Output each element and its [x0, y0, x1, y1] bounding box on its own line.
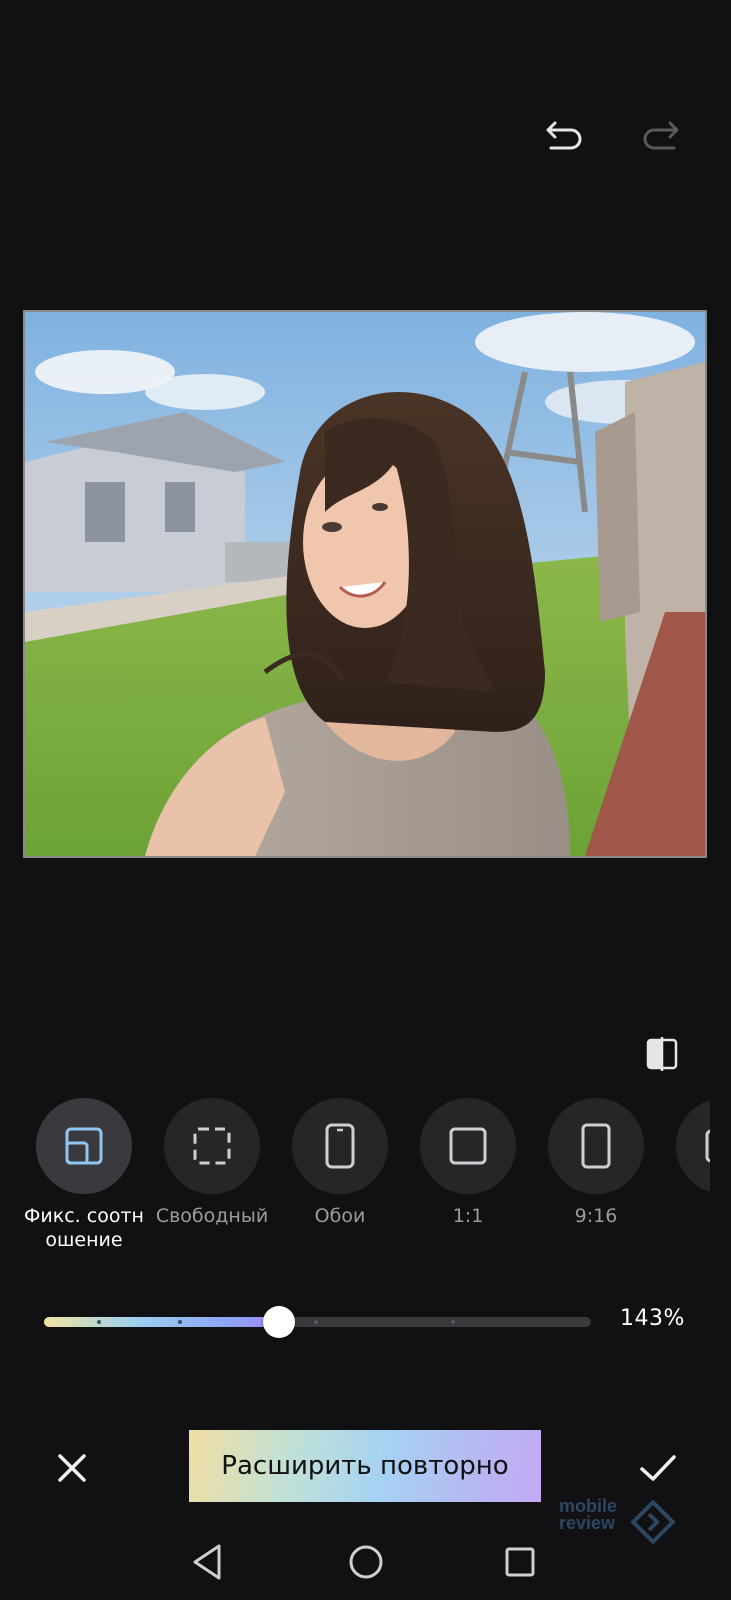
- option-freeform[interactable]: Свободный: [148, 1098, 276, 1228]
- cancel-button[interactable]: [50, 1446, 94, 1490]
- option-label: Обои: [314, 1205, 366, 1227]
- aspect-ratio-options: Фикс. соотн ошение Свободный Обои 1:1 9:…: [0, 1098, 710, 1258]
- watermark-line2: review: [559, 1513, 616, 1533]
- zoom-value: 143%: [620, 1306, 685, 1331]
- slider-tick: [314, 1320, 318, 1324]
- zoom-slider-fill: [44, 1317, 279, 1327]
- option-fixed-ratio[interactable]: Фикс. соотн ошение: [20, 1098, 148, 1252]
- square-icon: [420, 1098, 516, 1194]
- redo-icon: [643, 121, 679, 150]
- edited-photo[interactable]: [23, 310, 707, 858]
- watermark-diamond-icon: [630, 1499, 676, 1545]
- slider-tick: [451, 1320, 455, 1324]
- zoom-slider[interactable]: [44, 1306, 591, 1338]
- freeform-icon: [164, 1098, 260, 1194]
- option-partial[interactable]: 1: [660, 1098, 710, 1228]
- slider-tick: [97, 1320, 101, 1324]
- nav-recents-button[interactable]: [498, 1540, 542, 1584]
- close-icon: [58, 1454, 86, 1482]
- nav-home-button[interactable]: [344, 1540, 388, 1584]
- option-label: Фикс. соотн ошение: [24, 1205, 144, 1251]
- redo-button[interactable]: [636, 112, 684, 160]
- option-label: 1:1: [452, 1205, 484, 1227]
- portrait-rect-icon: [548, 1098, 644, 1194]
- partial-ratio-icon: [676, 1098, 710, 1194]
- check-icon: [640, 1455, 676, 1481]
- recents-square-icon: [505, 1547, 535, 1577]
- option-wallpaper[interactable]: Обои: [276, 1098, 404, 1228]
- expand-again-button[interactable]: Расширить повторно: [189, 1430, 541, 1502]
- undo-icon: [546, 121, 582, 150]
- wallpaper-phone-icon: [292, 1098, 388, 1194]
- nav-back-button[interactable]: [187, 1540, 231, 1584]
- zoom-slider-handle[interactable]: [263, 1306, 295, 1338]
- option-9-16[interactable]: 9:16: [532, 1098, 660, 1228]
- option-label: 1: [660, 1204, 710, 1228]
- option-label: Свободный: [155, 1205, 269, 1227]
- confirm-button[interactable]: [636, 1446, 680, 1490]
- compare-button[interactable]: [642, 1034, 682, 1074]
- option-1-1[interactable]: 1:1: [404, 1098, 532, 1228]
- back-triangle-icon: [193, 1544, 221, 1580]
- portrait-photo-image: [25, 312, 705, 856]
- option-label: 9:16: [574, 1205, 618, 1227]
- compare-icon: [646, 1037, 678, 1071]
- slider-tick: [178, 1320, 182, 1324]
- home-circle-icon: [349, 1545, 383, 1579]
- watermark-logo: mobile review: [559, 1497, 679, 1548]
- undo-button[interactable]: [541, 112, 589, 160]
- fixed-ratio-icon: [36, 1098, 132, 1194]
